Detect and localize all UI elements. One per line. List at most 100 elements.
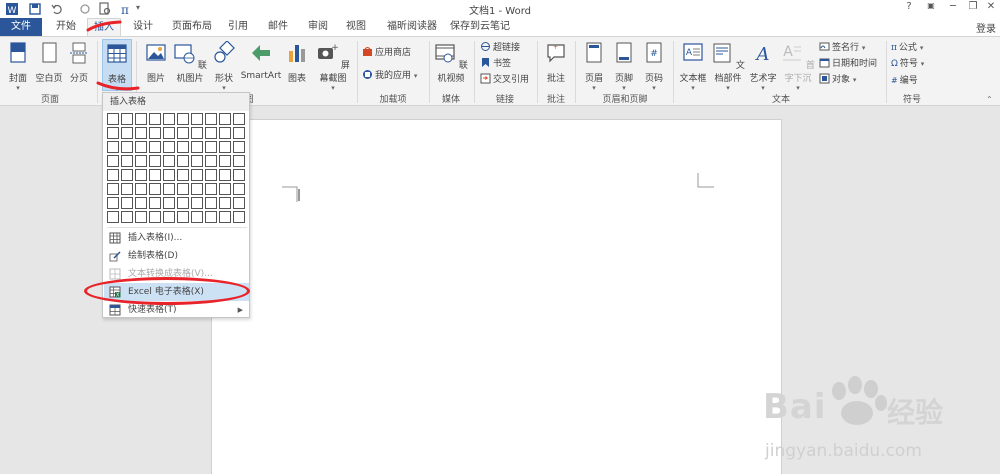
table-grid-cell[interactable] — [205, 211, 217, 223]
signature-line-button[interactable]: 签名行 ▾ — [819, 41, 865, 56]
table-grid-cell[interactable] — [149, 113, 161, 125]
symbol-button[interactable]: Ω 符号 ▾ — [891, 57, 924, 72]
header-button[interactable]: 页眉 ▾ — [580, 41, 608, 92]
smartart-button[interactable]: SmartArt — [240, 41, 282, 81]
tab-foxit-reader[interactable]: 福昕阅读器 — [380, 18, 444, 36]
table-grid-cell[interactable] — [205, 113, 217, 125]
table-grid-cell[interactable] — [107, 113, 119, 125]
table-grid-cell[interactable] — [149, 197, 161, 209]
table-grid-cell[interactable] — [121, 211, 133, 223]
table-grid-cell[interactable] — [135, 113, 147, 125]
table-grid-cell[interactable] — [163, 155, 175, 167]
tab-view[interactable]: 视图 — [340, 18, 372, 36]
table-grid-cell[interactable] — [163, 183, 175, 195]
table-grid-cell[interactable] — [135, 127, 147, 139]
comment-button[interactable]: + 批注 — [542, 41, 570, 84]
datetime-button[interactable]: 日期和时间 — [819, 57, 877, 72]
table-grid-cell[interactable] — [107, 155, 119, 167]
table-grid-cell[interactable] — [149, 183, 161, 195]
table-grid-cell[interactable] — [191, 169, 203, 181]
close-button[interactable]: ✕ — [984, 1, 998, 15]
numbering-button[interactable]: # 编号 — [891, 73, 918, 88]
ribbon-display-icon[interactable]: ▣ — [924, 1, 938, 15]
quick-parts-button[interactable]: 文档部件 ▾ — [710, 41, 746, 92]
blank-page-button[interactable]: 空白页 — [34, 41, 64, 84]
table-grid-cell[interactable] — [191, 113, 203, 125]
table-grid-cell[interactable] — [107, 169, 119, 181]
table-grid-cell[interactable] — [177, 197, 189, 209]
insert-table-item[interactable]: 插入表格(I)... — [104, 229, 249, 247]
table-grid-cell[interactable] — [219, 197, 231, 209]
online-picture-button[interactable]: 联机图片 — [170, 41, 210, 84]
draw-table-item[interactable]: 绘制表格(D) — [104, 247, 249, 265]
help-icon[interactable]: ? — [902, 1, 916, 15]
table-grid-cell[interactable] — [121, 141, 133, 153]
table-grid-cell[interactable] — [233, 197, 245, 209]
table-grid-cell[interactable] — [191, 197, 203, 209]
table-grid-cell[interactable] — [233, 127, 245, 139]
table-grid-cell[interactable] — [177, 141, 189, 153]
tab-home[interactable]: 开始 — [50, 18, 82, 36]
table-grid-cell[interactable] — [149, 155, 161, 167]
table-grid-cell[interactable] — [107, 127, 119, 139]
table-grid-cell[interactable] — [219, 113, 231, 125]
screenshot-button[interactable]: + 屏幕截图 ▾ — [312, 41, 354, 92]
shapes-button[interactable]: 形状 ▾ — [212, 40, 236, 92]
page-break-button[interactable]: 分页 — [66, 41, 92, 84]
footer-button[interactable]: 页脚 ▾ — [610, 41, 638, 92]
table-grid-cell[interactable] — [177, 155, 189, 167]
table-grid-cell[interactable] — [135, 211, 147, 223]
table-grid-cell[interactable] — [107, 211, 119, 223]
restore-button[interactable]: ❐ — [966, 1, 980, 15]
table-grid-cell[interactable] — [177, 113, 189, 125]
table-grid-cell[interactable] — [233, 155, 245, 167]
table-grid-cell[interactable] — [149, 169, 161, 181]
collapse-ribbon-icon[interactable]: ⌃ — [986, 95, 993, 104]
table-grid-cell[interactable] — [107, 183, 119, 195]
table-grid-cell[interactable] — [233, 141, 245, 153]
wordart-button[interactable]: A 艺术字 ▾ — [748, 41, 778, 92]
table-grid-cell[interactable] — [135, 155, 147, 167]
login-link[interactable]: 登录 — [976, 20, 996, 35]
table-grid-cell[interactable] — [163, 141, 175, 153]
table-grid-cell[interactable] — [163, 127, 175, 139]
table-grid-cell[interactable] — [121, 113, 133, 125]
table-grid-cell[interactable] — [191, 211, 203, 223]
table-grid-cell[interactable] — [219, 211, 231, 223]
my-apps-button[interactable]: 我的应用 ▾ — [362, 69, 417, 84]
equation-button[interactable]: π 公式 ▾ — [891, 41, 923, 56]
tab-design[interactable]: 设计 — [127, 18, 159, 36]
table-grid-cell[interactable] — [219, 183, 231, 195]
table-grid-cell[interactable] — [163, 211, 175, 223]
table-grid-cell[interactable] — [205, 183, 217, 195]
tab-layout[interactable]: 页面布局 — [167, 18, 217, 36]
table-grid-cell[interactable] — [205, 155, 217, 167]
tab-review[interactable]: 审阅 — [302, 18, 334, 36]
app-store-button[interactable]: 应用商店 — [362, 46, 411, 61]
document-page[interactable] — [211, 119, 782, 474]
table-grid-cell[interactable] — [233, 113, 245, 125]
cross-reference-button[interactable]: 交叉引用 — [480, 73, 529, 88]
table-grid-cell[interactable] — [191, 127, 203, 139]
table-grid-cell[interactable] — [177, 211, 189, 223]
table-grid-cell[interactable] — [219, 155, 231, 167]
minimize-button[interactable]: ─ — [946, 1, 960, 15]
table-grid-cell[interactable] — [149, 141, 161, 153]
object-button[interactable]: 对象 ▾ — [819, 73, 856, 88]
tab-save-to-cloud-notes[interactable]: 保存到云笔记 — [448, 18, 512, 36]
table-grid-cell[interactable] — [135, 169, 147, 181]
table-grid-cell[interactable] — [233, 211, 245, 223]
table-grid-cell[interactable] — [163, 113, 175, 125]
table-grid-cell[interactable] — [121, 155, 133, 167]
table-grid-cell[interactable] — [205, 197, 217, 209]
table-grid-cell[interactable] — [149, 211, 161, 223]
online-video-button[interactable]: 联机视频 — [432, 41, 470, 84]
cover-page-button[interactable]: 封面 ▾ — [5, 41, 31, 92]
bookmark-button[interactable]: 书签 — [480, 57, 511, 72]
table-grid-cell[interactable] — [163, 197, 175, 209]
table-grid-cell[interactable] — [135, 197, 147, 209]
table-grid-cell[interactable] — [191, 155, 203, 167]
table-grid-cell[interactable] — [191, 183, 203, 195]
table-grid-cell[interactable] — [177, 127, 189, 139]
table-grid-cell[interactable] — [121, 183, 133, 195]
